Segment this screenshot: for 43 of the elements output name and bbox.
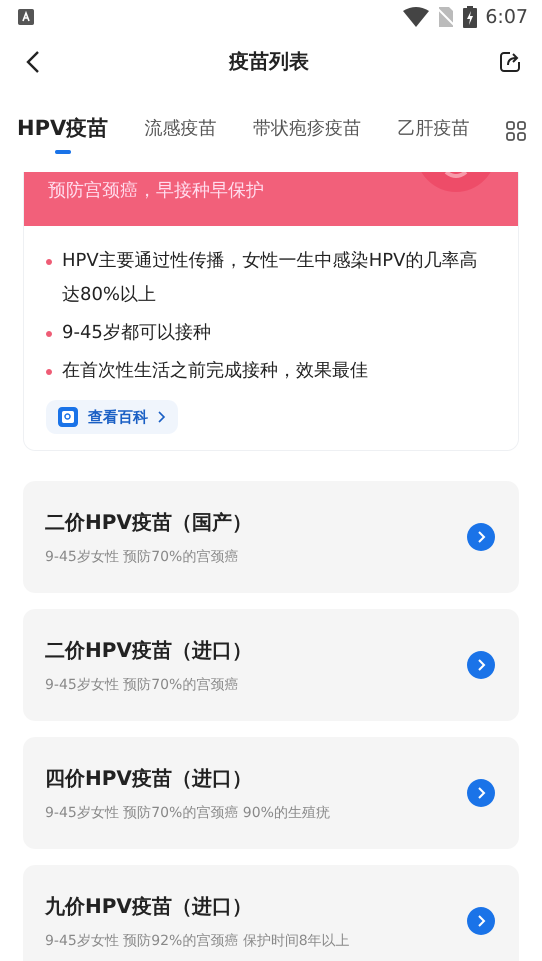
fact-text: HPV主要通过性传播，女性一生中感染HPV的几率高达80%以上 <box>62 249 478 307</box>
share-button[interactable] <box>498 50 522 74</box>
category-tab[interactable]: 带状疱疹疫苗 <box>253 108 362 154</box>
fact-text: 9-45岁都可以接种 <box>62 321 211 345</box>
chevron-button[interactable] <box>467 779 495 807</box>
chevron-button[interactable] <box>467 523 495 551</box>
vaccine-card[interactable]: 二价HPV疫苗（国产） 9-45岁女性 预防70%的宫颈癌 <box>23 481 519 593</box>
category-tab[interactable]: HPV疫苗 <box>17 106 108 156</box>
no-sim-icon <box>437 6 456 26</box>
vaccine-description: 9-45岁女性 预防70%的宫颈癌 <box>45 676 240 694</box>
vaccine-name: 九价HPV疫苗（进口） <box>45 892 253 920</box>
status-time: 6:07 <box>485 6 528 28</box>
bullet-dot <box>46 331 52 337</box>
fact-text: 在首次性生活之前完成接种，效果最佳 <box>62 359 368 383</box>
category-tab[interactable]: 流感疫苗 <box>144 108 217 154</box>
category-tab[interactable]: 乙肝疫苗 <box>398 108 470 154</box>
chevron-right-icon <box>476 787 486 799</box>
vaccine-description: 9-45岁女性 预防92%的宫颈癌 保护时间8年以上 <box>45 932 350 950</box>
vaccine-description: 9-45岁女性 预防70%的宫颈癌 90%的生殖疣 <box>45 804 330 822</box>
vaccine-name: 二价HPV疫苗（国产） <box>45 508 252 536</box>
vaccine-card[interactable]: 二价HPV疫苗（进口） 9-45岁女性 预防70%的宫颈癌 <box>23 609 519 721</box>
page-title: 疫苗列表 <box>229 48 309 75</box>
wifi-icon <box>403 6 430 26</box>
chevron-button[interactable] <box>467 907 495 935</box>
vaccine-name: 四价HPV疫苗（进口） <box>45 764 253 792</box>
back-button[interactable] <box>26 50 40 74</box>
chevron-right-icon <box>476 531 486 543</box>
chevron-right-icon <box>158 411 166 423</box>
vaccine-card[interactable]: 四价HPV疫苗（进口） 9-45岁女性 预防70%的宫颈癌 90%的生殖疣 <box>23 737 519 849</box>
bullet-dot <box>46 369 52 375</box>
grid-menu-icon[interactable] <box>506 121 526 141</box>
encyclopedia-link[interactable]: 查看百科 <box>46 400 178 434</box>
chevron-button[interactable] <box>467 651 495 679</box>
chevron-right-icon <box>476 659 486 671</box>
vaccine-name: 二价HPV疫苗（进口） <box>45 636 252 664</box>
battery-icon <box>463 6 478 28</box>
search-book-icon <box>58 407 78 427</box>
chevron-right-icon <box>476 915 486 927</box>
banner-text: 预防宫颈癌，早接种早保护 <box>48 179 264 202</box>
app-notification-icon <box>18 8 34 24</box>
vaccine-description: 9-45岁女性 预防70%的宫颈癌 <box>45 548 240 566</box>
vaccine-card[interactable]: 九价HPV疫苗（进口） 9-45岁女性 预防92%的宫颈癌 保护时间8年以上 <box>23 865 519 961</box>
bullet-dot <box>46 259 52 265</box>
